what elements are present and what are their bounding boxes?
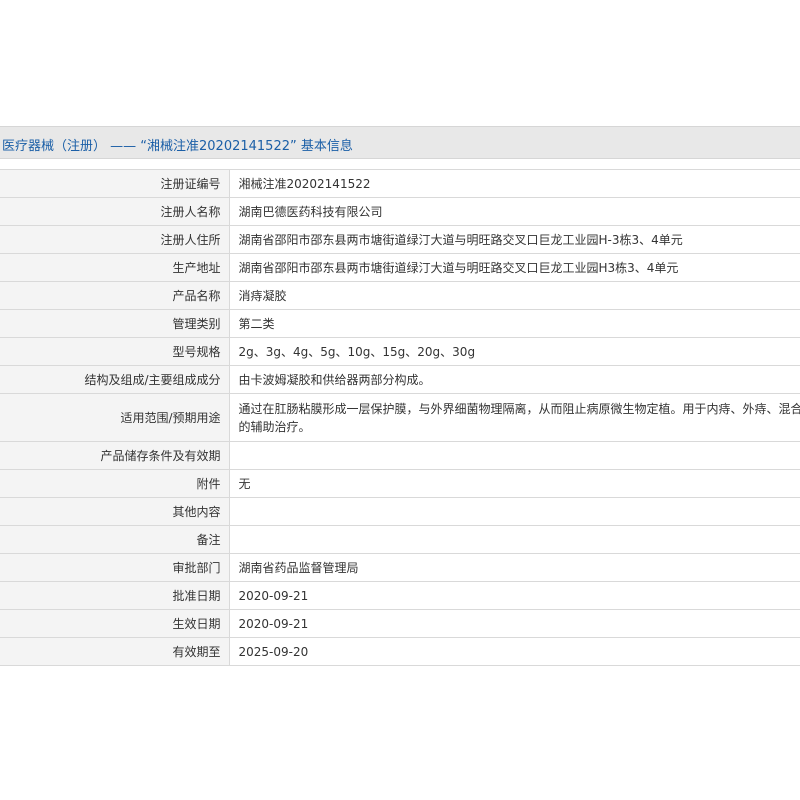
row-label-structure-composition: 结构及组成/主要组成成分 [0,365,230,394]
row-label-effective-date: 生效日期 [0,609,230,638]
page-title: 医疗器械（注册） —— “湘械注准20202141522” 基本信息 [2,139,353,154]
row-value-registration-number: 湘械注准20202141522 [229,169,800,198]
row-value-valid-until: 2025-09-20 [229,637,800,666]
row-value-approval-date: 2020-09-21 [229,581,800,610]
row-label-approval-date: 批准日期 [0,581,230,610]
row-value-other-content [229,497,800,526]
row-label-product-name: 产品名称 [0,281,230,310]
row-value-product-name: 消痔凝胶 [229,281,800,310]
row-value-model-spec: 2g、3g、4g、5g、10g、15g、20g、30g [229,337,800,366]
table-row: 适用范围/预期用途 通过在肛肠粘膜形成一层保护膜，与外界细菌物理隔离，从而阻止病… [0,393,800,442]
row-label-approval-department: 审批部门 [0,553,230,582]
row-value-production-address: 湖南省邵阳市邵东县两市塘街道绿汀大道与明旺路交叉口巨龙工业园H3栋3、4单元 [229,253,800,282]
row-label-registration-number: 注册证编号 [0,169,230,198]
row-value-approval-department: 湖南省药品监督管理局 [229,553,800,582]
row-value-storage-validity [229,441,800,470]
table-row: 注册人住所 湖南省邵阳市邵东县两市塘街道绿汀大道与明旺路交叉口巨龙工业园H-3栋… [0,225,800,254]
table-row: 生产地址 湖南省邵阳市邵东县两市塘街道绿汀大道与明旺路交叉口巨龙工业园H3栋3、… [0,253,800,282]
table-row: 产品名称 消痔凝胶 [0,281,800,310]
table-row: 批准日期 2020-09-21 [0,581,800,610]
row-value-structure-composition: 由卡波姆凝胶和供给器两部分构成。 [229,365,800,394]
row-label-production-address: 生产地址 [0,253,230,282]
table-row: 结构及组成/主要组成成分 由卡波姆凝胶和供给器两部分构成。 [0,365,800,394]
row-label-intended-use: 适用范围/预期用途 [0,393,230,442]
page: 医疗器械（注册） —— “湘械注准20202141522” 基本信息 注册证编号… [0,0,800,800]
row-label-valid-until: 有效期至 [0,637,230,666]
row-label-storage-validity: 产品储存条件及有效期 [0,441,230,470]
table-row: 有效期至 2025-09-20 [0,637,800,666]
row-value-remarks [229,525,800,554]
table-row: 生效日期 2020-09-21 [0,609,800,638]
row-label-management-category: 管理类别 [0,309,230,338]
table-row: 型号规格 2g、3g、4g、5g、10g、15g、20g、30g [0,337,800,366]
registration-info-table: 注册证编号 湘械注准20202141522 注册人名称 湖南巴德医药科技有限公司… [0,169,800,666]
table-row: 注册人名称 湖南巴德医药科技有限公司 [0,197,800,226]
row-value-effective-date: 2020-09-21 [229,609,800,638]
row-label-remarks: 备注 [0,525,230,554]
row-label-registrant-name: 注册人名称 [0,197,230,226]
intended-use-text: 通过在肛肠粘膜形成一层保护膜，与外界细菌物理隔离，从而阻止病原微生物定植。用于内… [238,401,800,434]
row-label-model-spec: 型号规格 [0,337,230,366]
row-value-registrant-name: 湖南巴德医药科技有限公司 [229,197,800,226]
row-label-attachment: 附件 [0,469,230,498]
row-value-registrant-address: 湖南省邵阳市邵东县两市塘街道绿汀大道与明旺路交叉口巨龙工业园H-3栋3、4单元 [229,225,800,254]
table-row: 审批部门 湖南省药品监督管理局 [0,553,800,582]
table-row: 备注 [0,525,800,554]
table-row: 注册证编号 湘械注准20202141522 [0,169,800,198]
table-row: 管理类别 第二类 [0,309,800,338]
row-label-other-content: 其他内容 [0,497,230,526]
row-value-attachment: 无 [229,469,800,498]
row-value-intended-use: 通过在肛肠粘膜形成一层保护膜，与外界细菌物理隔离，从而阻止病原微生物定植。用于内… [229,393,800,442]
row-value-management-category: 第二类 [229,309,800,338]
table-row: 产品储存条件及有效期 [0,441,800,470]
row-label-registrant-address: 注册人住所 [0,225,230,254]
table-row: 其他内容 [0,497,800,526]
title-bar: 医疗器械（注册） —— “湘械注准20202141522” 基本信息 [0,126,800,159]
table-row: 附件 无 [0,469,800,498]
